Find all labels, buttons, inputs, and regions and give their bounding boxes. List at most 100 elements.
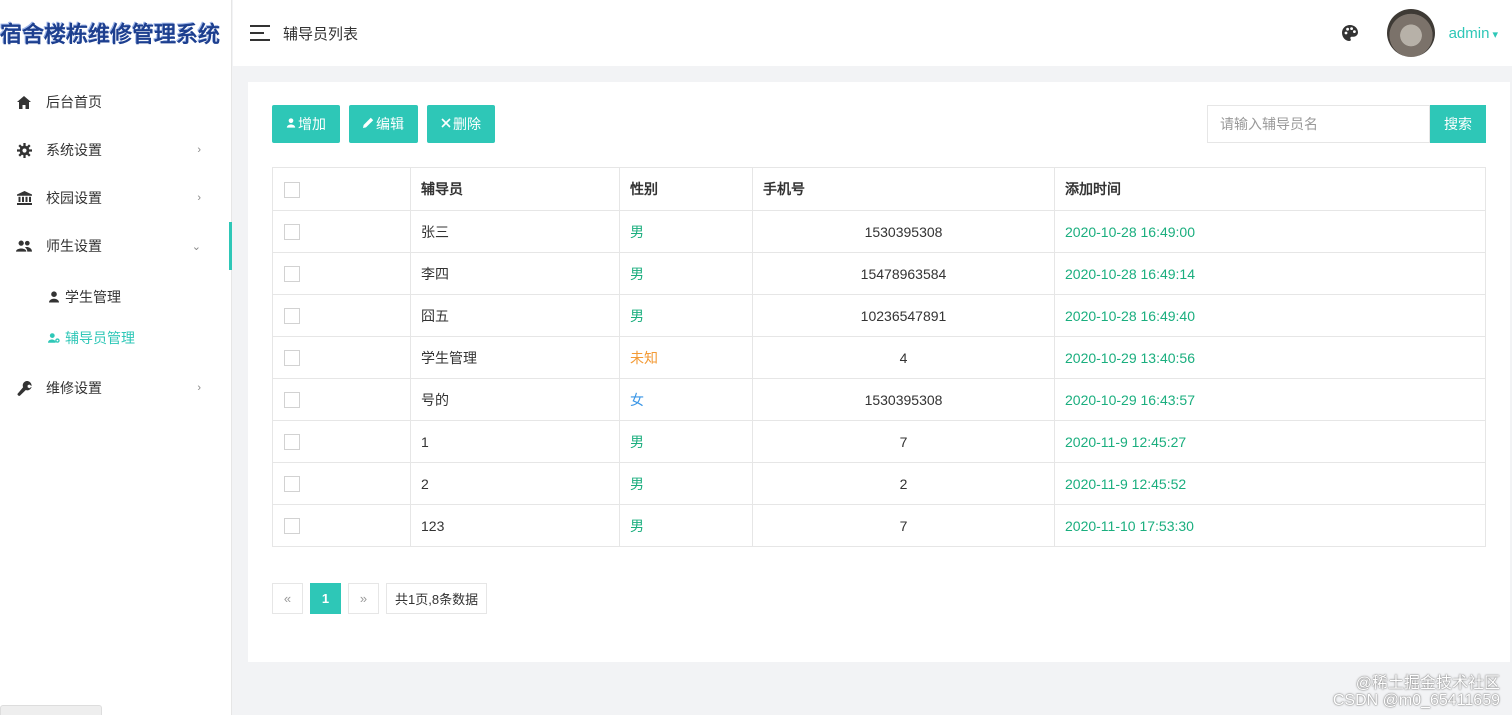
sidebar: 宿舍楼栋维修管理系统 后台首页 系统设置 › 校园设置 › 师生设置 ⌄ 学生管… xyxy=(0,0,232,715)
table-header-row: 辅导员 性别 手机号 添加时间 xyxy=(272,167,1486,211)
table-row[interactable]: 123 男 7 2020-11-10 17:53:30 xyxy=(272,504,1486,547)
edit-button-label: 编辑 xyxy=(376,116,404,132)
select-all-checkbox[interactable] xyxy=(284,181,300,198)
user-gear-icon xyxy=(48,332,60,344)
time-cell: 2020-10-29 16:43:57 xyxy=(1054,378,1486,421)
sidebar-subitem-label: 学生管理 xyxy=(65,288,121,305)
column-header[interactable]: 手机号 xyxy=(752,167,1055,211)
row-checkbox[interactable] xyxy=(284,350,300,367)
next-page-button[interactable]: » xyxy=(348,583,379,614)
phone-cell: 4 xyxy=(752,336,1055,379)
counselor-name: 学生管理 xyxy=(410,336,620,379)
menu-toggle-icon[interactable] xyxy=(250,25,270,41)
pagination: « 1 » 共1页,8条数据 xyxy=(272,583,488,614)
counselor-name: 张三 xyxy=(410,210,620,253)
time-cell: 2020-10-29 13:40:56 xyxy=(1054,336,1486,379)
sidebar-item-campus-settings[interactable]: 校园设置 › xyxy=(0,174,231,222)
gender-cell: 男 xyxy=(619,504,753,547)
time-cell: 2020-10-28 16:49:14 xyxy=(1054,252,1486,295)
counselor-name: 囧五 xyxy=(410,294,620,337)
gender-cell: 男 xyxy=(619,210,753,253)
gender-cell: 男 xyxy=(619,252,753,295)
table-row[interactable]: 囧五 男 10236547891 2020-10-28 16:49:40 xyxy=(272,294,1486,337)
sidebar-subitem-label: 辅导员管理 xyxy=(65,329,135,346)
prev-page-button[interactable]: « xyxy=(272,583,303,614)
phone-cell: 10236547891 xyxy=(752,294,1055,337)
row-checkbox[interactable] xyxy=(284,224,300,241)
sidebar-item-label: 系统设置 xyxy=(46,142,102,158)
phone-cell: 15478963584 xyxy=(752,252,1055,295)
header: 辅导员列表 admin xyxy=(233,0,1512,66)
time-cell: 2020-11-10 17:53:30 xyxy=(1054,504,1486,547)
status-tab xyxy=(0,705,102,715)
page-button[interactable]: 1 xyxy=(310,583,341,614)
delete-button[interactable]: 删除 xyxy=(427,105,495,143)
sidebar-item-label: 后台首页 xyxy=(46,94,102,110)
sidebar-subitem-counselor-management[interactable]: 辅导员管理 xyxy=(0,317,231,358)
sidebar-item-label: 维修设置 xyxy=(46,380,102,396)
chevron-down-icon: ⌄ xyxy=(191,240,201,253)
counselor-name: 2 xyxy=(410,462,620,505)
table-row[interactable]: 张三 男 1530395308 2020-10-28 16:49:00 xyxy=(272,210,1486,253)
row-checkbox[interactable] xyxy=(284,392,300,409)
table-row[interactable]: 2 男 2 2020-11-9 12:45:52 xyxy=(272,462,1486,505)
delete-button-label: 删除 xyxy=(453,116,481,132)
toolbar: 增加 编辑 删除 xyxy=(272,105,495,143)
sidebar-item-home[interactable]: 后台首页 xyxy=(0,78,231,126)
app-title: 宿舍楼栋维修管理系统 xyxy=(0,22,221,48)
row-checkbox[interactable] xyxy=(284,518,300,535)
avatar[interactable] xyxy=(1386,9,1435,57)
counselor-name: 号的 xyxy=(410,378,620,421)
bank-icon xyxy=(16,190,32,206)
gender-cell: 未知 xyxy=(619,336,753,379)
table-row[interactable]: 1 男 7 2020-11-9 12:45:27 xyxy=(272,420,1486,463)
counselor-table: 辅导员 性别 手机号 添加时间 张三 男 1530395308 2020-10-… xyxy=(272,167,1486,547)
column-header[interactable]: 添加时间 xyxy=(1054,167,1486,211)
time-cell: 2020-11-9 12:45:27 xyxy=(1054,420,1486,463)
sidebar-item-teacher-student-settings[interactable]: 师生设置 ⌄ xyxy=(0,222,232,270)
row-checkbox[interactable] xyxy=(284,266,300,283)
table-row[interactable]: 李四 男 15478963584 2020-10-28 16:49:14 xyxy=(272,252,1486,295)
sidebar-subitem-student-management[interactable]: 学生管理 xyxy=(0,276,231,317)
sidebar-item-label: 校园设置 xyxy=(46,190,102,206)
user-menu[interactable]: admin xyxy=(1449,25,1498,42)
time-cell: 2020-10-28 16:49:00 xyxy=(1054,210,1486,253)
phone-cell: 7 xyxy=(752,420,1055,463)
row-checkbox[interactable] xyxy=(284,308,300,325)
column-header[interactable]: 辅导员 xyxy=(410,167,620,211)
chevron-right-icon: › xyxy=(197,192,201,204)
search-button[interactable]: 搜索 xyxy=(1430,105,1486,143)
wrench-icon xyxy=(16,380,32,396)
time-cell: 2020-10-28 16:49:40 xyxy=(1054,294,1486,337)
counselor-name: 123 xyxy=(410,504,620,547)
counselor-name: 1 xyxy=(410,420,620,463)
search-input[interactable] xyxy=(1207,105,1430,143)
column-header[interactable]: 性别 xyxy=(619,167,753,211)
page-title: 辅导员列表 xyxy=(283,25,359,43)
time-cell: 2020-11-9 12:45:52 xyxy=(1054,462,1486,505)
app-logo: 宿舍楼栋维修管理系统 xyxy=(0,0,231,66)
watermark: @稀土掘金技术社区 CSDN @m0_65411659 xyxy=(1333,675,1500,709)
row-checkbox[interactable] xyxy=(284,476,300,493)
table-row[interactable]: 学生管理 未知 4 2020-10-29 13:40:56 xyxy=(272,336,1486,379)
gender-cell: 男 xyxy=(619,420,753,463)
gear-icon xyxy=(16,142,32,158)
watermark-line: CSDN @m0_65411659 xyxy=(1332,692,1500,709)
chevron-right-icon: › xyxy=(197,144,201,156)
phone-cell: 7 xyxy=(752,504,1055,547)
phone-cell: 1530395308 xyxy=(752,378,1055,421)
counselor-name: 李四 xyxy=(410,252,620,295)
table-row[interactable]: 号的 女 1530395308 2020-10-29 16:43:57 xyxy=(272,378,1486,421)
row-checkbox[interactable] xyxy=(284,434,300,451)
palette-icon[interactable] xyxy=(1341,24,1359,42)
edit-button[interactable]: 编辑 xyxy=(349,105,418,143)
user-icon xyxy=(286,117,296,131)
sidebar-item-system-settings[interactable]: 系统设置 › xyxy=(0,126,231,174)
add-button[interactable]: 增加 xyxy=(272,105,340,143)
users-icon xyxy=(16,238,32,254)
pagination-info: 共1页,8条数据 xyxy=(386,583,488,614)
search-box: 搜索 xyxy=(1207,105,1486,143)
phone-cell: 2 xyxy=(752,462,1055,505)
pencil-icon xyxy=(363,117,374,131)
sidebar-item-repair-settings[interactable]: 维修设置 › xyxy=(0,364,231,412)
